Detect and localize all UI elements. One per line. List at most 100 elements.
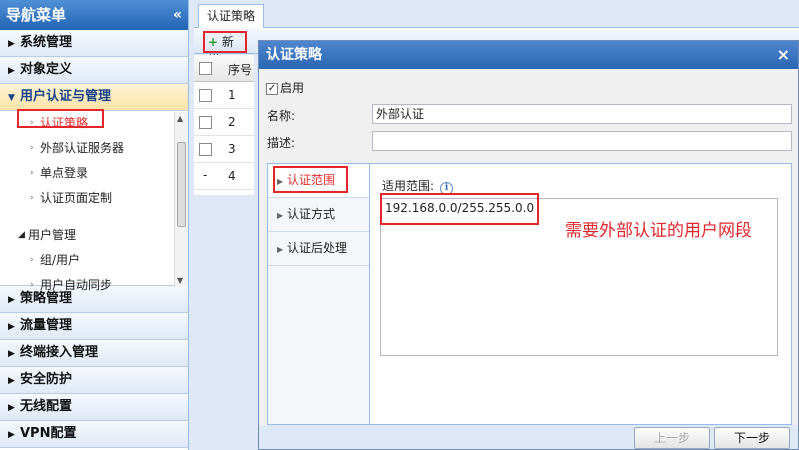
scroll-up-icon[interactable]: ▲ [177,114,183,123]
nav-item-page-custom[interactable]: › 认证页面定制 [0,186,188,211]
dialog-body: ✓ 启用 名称: 外部认证 描述: ▶ 认证范围 ▶ 认证方式 ▶ 认证后处理 适… [259,69,798,427]
chevron-right-icon: ▶ [277,245,284,254]
tab-label: 认证方式 [286,207,335,221]
nav-header: 导航菜单 « [0,0,188,30]
sidebar-scrollbar[interactable]: ▲ ▼ [174,112,188,287]
collapse-icon[interactable]: « [173,0,182,30]
chevron-right-icon: › [30,280,34,290]
description-label: 描述: [267,136,296,150]
dialog-titlebar: 认证策略 × [259,41,798,69]
nav-item-label: 外部认证服务器 [40,141,125,155]
tab-auth-policy[interactable]: 认证策略 [198,4,265,28]
nav-category-label: 终端接入管理 [20,345,99,360]
enable-checkbox-row[interactable]: ✓ 启用 [266,79,304,96]
annotation-text: 需要外部认证的用户网段 [565,221,752,241]
chevron-right-icon: ▶ [8,376,15,386]
nav-item-label: 单点登录 [40,166,89,180]
table-row[interactable]: 2 [194,109,254,136]
nav-item-label: 认证页面定制 [40,191,113,205]
select-all-checkbox[interactable] [199,62,212,75]
nav-category-objects[interactable]: ▶ 对象定义 [0,57,188,84]
highlight-box [273,166,348,193]
scope-label-text: 适用范围: [382,179,435,193]
enable-label: 启用 [280,81,305,95]
table-row[interactable]: -4 [194,163,254,190]
chevron-right-icon: › [30,193,34,203]
table-row[interactable]: 1 [194,82,254,109]
nav-item-auto-sync[interactable]: › 用户自动同步 [0,273,188,298]
nav-category-vpn[interactable]: ▶ VPN配置 [0,421,188,448]
next-step-button[interactable]: 下一步 [714,427,790,449]
nav-item-label: 组/用户 [40,253,81,267]
row-index: 2 [228,115,236,129]
chevron-right-icon: ▶ [8,403,15,413]
nav-category-traffic[interactable]: ▶ 流量管理 [0,313,188,340]
nav-category-label: 用户认证与管理 [20,89,112,104]
nav-category-terminal[interactable]: ▶ 终端接入管理 [0,340,188,367]
nav-category-system[interactable]: ▶ 系统管理 [0,30,188,57]
close-icon[interactable]: × [777,41,790,69]
table-row[interactable]: 3 [194,136,254,163]
nav-subpanel: › 认证策略 › 外部认证服务器 › 单点登录 › 认证页面定制 ◢ 用户管理 › 组/用户… [0,111,188,292]
add-button[interactable]: + 新增 [203,31,247,67]
nav-category-label: 对象定义 [20,62,73,77]
chevron-down-icon: ◢ [18,230,25,240]
chevron-right-icon: › [30,143,34,153]
nav-group-user-mgmt[interactable]: ◢ 用户管理 [0,223,188,248]
scrollbar-thumb[interactable] [177,142,186,227]
chevron-down-icon: ▼ [8,93,15,103]
row-collapse-icon[interactable]: - [203,168,207,182]
row-index: 4 [228,169,236,183]
tab-auth-method[interactable]: ▶ 认证方式 [268,198,369,232]
tab-post-auth[interactable]: ▶ 认证后处理 [268,232,369,266]
chevron-right-icon: ▶ [8,349,15,359]
nav-item-groups-users[interactable]: › 组/用户 [0,248,188,273]
row-index: 3 [228,142,236,156]
chevron-right-icon: ▶ [277,211,284,220]
name-label: 名称: [267,109,296,123]
side-tabs: ▶ 认证范围 ▶ 认证方式 ▶ 认证后处理 [268,164,370,424]
nav-title: 导航菜单 [6,6,67,24]
nav-item-external-server[interactable]: › 外部认证服务器 [0,136,188,161]
nav-category-label: 流量管理 [20,318,73,333]
nav-category-label: VPN配置 [20,426,77,441]
row-checkbox[interactable] [199,89,212,102]
plus-icon: + [208,35,219,49]
chevron-right-icon: ▶ [8,66,15,76]
row-checkbox[interactable] [199,143,212,156]
description-field[interactable] [372,131,792,151]
nav-category-label: 系统管理 [20,35,73,50]
tab-strip: 认证策略 [194,0,799,28]
nav-group-label: 用户管理 [28,228,77,242]
tab-label: 认证后处理 [286,241,347,255]
nav-sidebar: 导航菜单 « ▶ 系统管理 ▶ 对象定义 ▼ 用户认证与管理 › 认证策略 › 外部认证服… [0,0,189,450]
scroll-down-icon[interactable]: ▼ [177,276,183,285]
highlight-box [380,193,539,225]
name-field[interactable]: 外部认证 [372,104,792,124]
dialog-footer: 上一步 下一步 [259,425,798,449]
enable-checkbox[interactable]: ✓ [266,82,278,95]
highlight-box [17,109,104,128]
row-index: 1 [228,88,236,102]
nav-category-label: 无线配置 [20,399,73,414]
nav-item-sso[interactable]: › 单点登录 [0,161,188,186]
chevron-right-icon: › [30,255,34,265]
auth-policy-dialog: 认证策略 × ✓ 启用 名称: 外部认证 描述: ▶ 认证范围 ▶ 认证方式 ▶ … [258,40,799,450]
policy-grid: 序号 1 2 3 -4 [194,55,254,195]
nav-item-label: 用户自动同步 [40,278,113,292]
previous-step-button[interactable]: 上一步 [634,427,710,449]
row-checkbox[interactable] [199,116,212,129]
nav-category-label: 安全防护 [20,372,73,387]
grid-header-index: 序号 [228,63,253,77]
nav-category-user-auth[interactable]: ▼ 用户认证与管理 [0,84,188,111]
chevron-right-icon: ▶ [8,430,15,440]
chevron-right-icon: ▶ [8,39,15,49]
dialog-title: 认证策略 [266,47,322,63]
grid-header-row: 序号 [194,55,254,82]
nav-category-wireless[interactable]: ▶ 无线配置 [0,394,188,421]
chevron-right-icon: ▶ [8,322,15,332]
nav-category-security[interactable]: ▶ 安全防护 [0,367,188,394]
chevron-right-icon: › [30,168,34,178]
settings-panel: ▶ 认证范围 ▶ 认证方式 ▶ 认证后处理 适用范围: i 192.168.0.0… [267,163,792,425]
